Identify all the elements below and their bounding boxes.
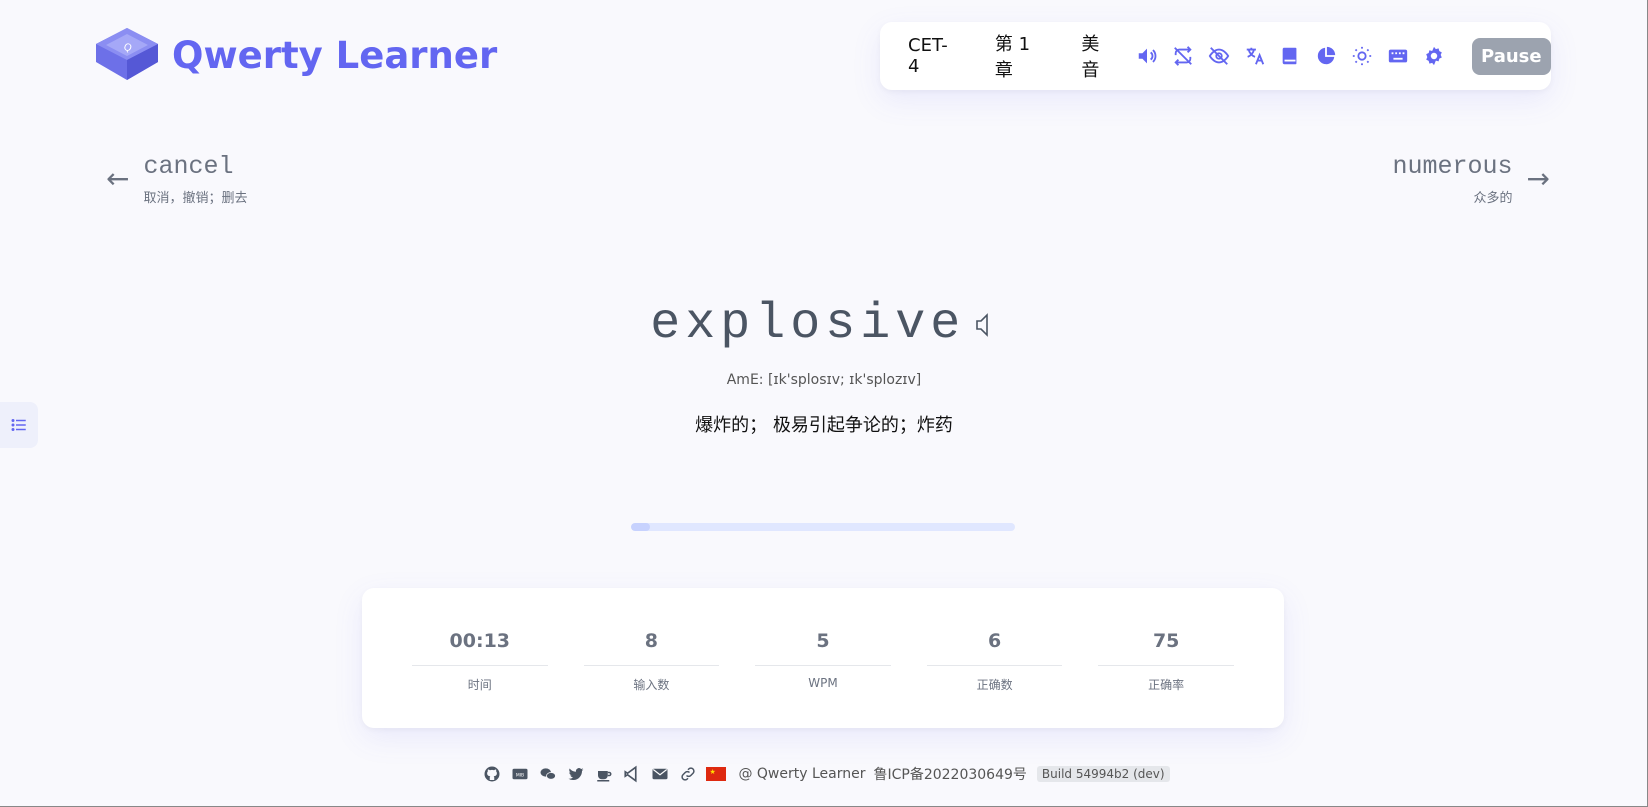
footer: MIB ★ @ Qwerty Learner 鲁ICP备2022030649号 … (0, 764, 1648, 784)
stat-value: 6 (987, 630, 1002, 652)
link-icon[interactable] (678, 764, 698, 784)
chapter-progress-bar (631, 523, 1015, 531)
stat-label: 时间 (467, 678, 492, 692)
stat-divider (412, 665, 548, 666)
stat-label: 输入数 (633, 678, 670, 692)
toolbar: CET-4 第 1 章 美音 Pause (880, 22, 1551, 90)
stat-value: 00:13 (449, 630, 511, 652)
arrow-left-icon: ← (106, 162, 130, 195)
stat-wpm: 5 WPM (755, 588, 891, 728)
chapter-selector[interactable]: 第 1 章 (995, 30, 1053, 82)
sound-icon[interactable] (1135, 44, 1159, 68)
stat-divider (1098, 665, 1234, 666)
stat-time: 00:13 时间 (412, 588, 548, 728)
stat-label: 正确率 (1148, 678, 1185, 692)
current-word: explosive (650, 296, 966, 353)
app-title: Qwerty Learner (172, 33, 498, 77)
stat-value: 8 (644, 630, 658, 652)
accent-selector[interactable]: 美音 (1081, 30, 1117, 82)
build-badge: Build 54994b2 (dev) (1036, 766, 1170, 782)
logo[interactable]: Q Qwerty Learner (94, 26, 497, 84)
next-word-button[interactable]: numerous 众多的 → (1393, 152, 1551, 206)
pronounce-speaker-icon[interactable] (974, 312, 998, 338)
coffee-icon[interactable] (594, 764, 614, 784)
arrow-right-icon: → (1526, 162, 1550, 195)
eye-off-icon[interactable] (1207, 44, 1231, 68)
phonetic: AmE: [ɪk'splosɪv; ɪk'splozɪv] (726, 372, 922, 388)
stat-value: 75 (1152, 630, 1180, 652)
twitter-icon[interactable] (566, 764, 586, 784)
stat-input-count: 8 输入数 (583, 588, 720, 728)
sun-icon[interactable] (1350, 44, 1374, 68)
chart-pie-icon[interactable] (1314, 44, 1338, 68)
footer-brand[interactable]: @ Qwerty Learner (738, 766, 865, 782)
svg-text:MIB: MIB (516, 772, 524, 778)
pause-button[interactable]: Pause (1471, 37, 1551, 75)
stat-value: 5 (816, 630, 830, 652)
stat-divider (583, 665, 720, 666)
stat-correct-count: 6 正确数 (926, 588, 1063, 728)
book-icon[interactable] (1278, 44, 1302, 68)
stat-label: 正确数 (976, 678, 1013, 692)
progress-fill (631, 523, 651, 531)
next-word-info: numerous 众多的 (1393, 152, 1513, 206)
wechat-icon[interactable] (538, 764, 558, 784)
github-icon[interactable] (482, 764, 502, 784)
current-word-row: explosive (0, 296, 1648, 353)
stat-divider (755, 665, 891, 666)
footer-icp[interactable]: 鲁ICP备2022030649号 (873, 764, 1026, 784)
mib-icon[interactable]: MIB (510, 764, 530, 784)
stats-panel: 00:13 时间 8 输入数 5 WPM 6 正确数 75 正确率 (362, 588, 1284, 728)
keycap-logo-icon: Q (96, 28, 158, 80)
stat-divider (926, 665, 1063, 666)
prev-word-button[interactable]: ← cancel 取消，撤销；删去 (106, 152, 247, 206)
dictionary-selector[interactable]: CET-4 (908, 35, 959, 77)
prev-word: cancel (143, 152, 234, 181)
prev-word-translation: 取消，撤销；删去 (143, 191, 248, 206)
gear-icon[interactable] (1422, 44, 1446, 68)
translate-icon[interactable] (1243, 44, 1267, 68)
word-translation: 爆炸的； 极易引起争论的；炸药 (695, 415, 953, 436)
mail-icon[interactable] (650, 764, 670, 784)
stat-label: WPM (808, 676, 838, 690)
next-word-translation: 众多的 (1473, 191, 1513, 206)
vscode-icon[interactable] (622, 764, 642, 784)
keyboard-icon[interactable] (1386, 44, 1410, 68)
next-word: numerous (1392, 152, 1513, 181)
loop-off-icon[interactable] (1171, 44, 1195, 68)
prev-word-info: cancel 取消，撤销；删去 (143, 152, 247, 206)
china-flag-icon[interactable]: ★ (706, 767, 727, 781)
stat-accuracy: 75 正确率 (1098, 588, 1234, 728)
